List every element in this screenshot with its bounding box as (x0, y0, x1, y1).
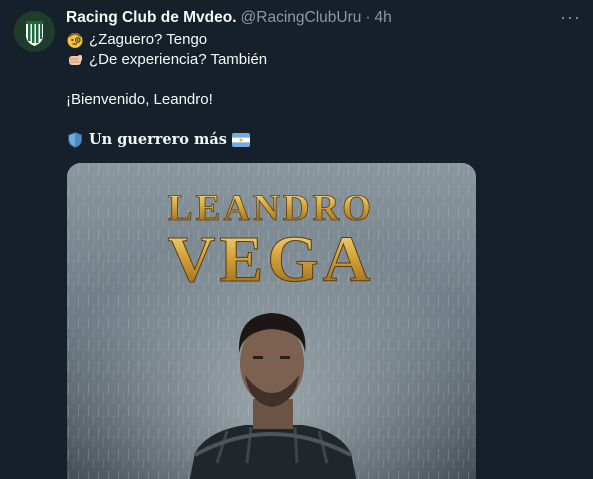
tweet-content: Racing Club de Mvdeo. @RacingClubUru · 4… (66, 8, 580, 150)
fist-bump-icon (69, 55, 82, 65)
tweet-text: ¿Zaguero? Tengo ¿De experiencia? También… (66, 30, 577, 150)
tweet-line-1: ¿Zaguero? Tengo (89, 31, 208, 48)
tweet-media-image[interactable]: LEANDRO VEGA (67, 163, 476, 479)
tweet[interactable]: Racing Club de Mvdeo. @RacingClubUru · 4… (0, 0, 593, 479)
tweet-line-2: ¿De experiencia? También (89, 51, 268, 68)
author-handle[interactable]: @RacingClubUru (241, 8, 362, 28)
avatar[interactable] (14, 11, 55, 52)
tweet-line-4: Un guerrero más (89, 131, 227, 148)
tweet-header: Racing Club de Mvdeo. @RacingClubUru · 4… (66, 8, 577, 28)
tweet-line-3: ¡Bienvenido, Leandro! (66, 91, 213, 108)
more-options-button[interactable]: ··· (560, 8, 581, 26)
argentina-flag-icon (231, 133, 250, 147)
separator-dot: · (365, 9, 371, 26)
tweet-line: ¡Bienvenido, Leandro! (66, 90, 577, 110)
tweet-timestamp[interactable]: 4h (375, 8, 392, 28)
tweet-line: ¿De experiencia? También (66, 50, 577, 70)
author-name[interactable]: Racing Club de Mvdeo. (66, 8, 237, 28)
tweet-line: Un guerrero más (66, 130, 577, 150)
face-with-monocle-icon (67, 33, 83, 48)
racing-club-crest-icon (14, 11, 55, 52)
player-poster-image: LEANDRO VEGA (67, 163, 476, 479)
poster-title-bottom: VEGA (168, 223, 375, 296)
tweet-line: ¿Zaguero? Tengo (66, 30, 577, 50)
shield-icon (68, 131, 82, 149)
